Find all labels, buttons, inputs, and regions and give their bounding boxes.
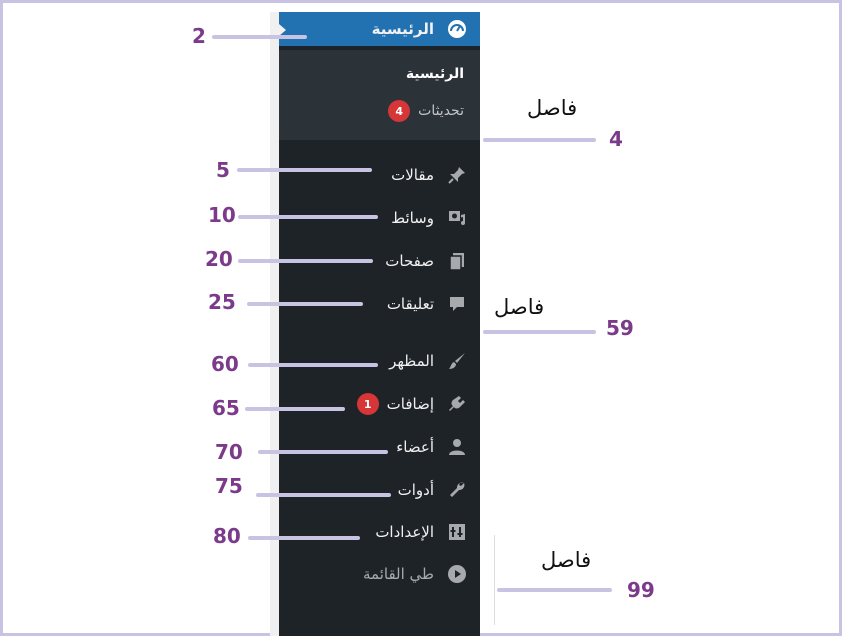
position-label-75: 75	[215, 474, 243, 498]
menu-label-appearance: المظهر	[389, 352, 434, 370]
menu-item-settings[interactable]: الإعدادات	[279, 515, 480, 549]
pointer-line	[483, 138, 596, 142]
pointer-line	[497, 588, 612, 592]
menu-label-pages: صفحات	[385, 252, 434, 270]
pointer-line	[248, 536, 360, 540]
position-label-80: 80	[213, 524, 241, 548]
pointer-line	[258, 450, 388, 454]
menu-item-tools[interactable]: أدوات	[279, 473, 480, 507]
pointer-line	[238, 259, 373, 263]
pointer-line	[238, 215, 378, 219]
menu-label-media: وسائط	[391, 209, 434, 227]
position-label-25: 25	[208, 290, 236, 314]
position-label-60: 60	[211, 352, 239, 376]
submenu-home-label: الرئيسية	[405, 66, 464, 82]
menu-label-comments: تعليقات	[386, 295, 434, 313]
menu-label-tools: أدوات	[397, 481, 434, 499]
pointer-line	[237, 168, 372, 172]
menu-label-plugins: إضافات	[386, 395, 434, 413]
position-label-59: 59	[606, 316, 634, 340]
comment-icon	[444, 291, 470, 317]
position-label-4: 4	[609, 127, 623, 151]
pointer-line	[483, 330, 596, 334]
pointer-line	[245, 407, 345, 411]
position-label-70: 70	[215, 440, 243, 464]
position-label-10: 10	[208, 203, 236, 227]
menu-label-users: أعضاء	[396, 438, 434, 456]
position-label-99: 99	[627, 578, 655, 602]
dashboard-gauge-icon	[444, 16, 470, 42]
position-label-5: 5	[216, 158, 230, 182]
position-label-2: 2	[192, 24, 206, 48]
admin-sidebar: الرئيسية الرئيسية تحديثات 4 مقالات وسائط…	[279, 12, 480, 636]
pushpin-icon	[444, 162, 470, 188]
menu-item-users[interactable]: أعضاء	[279, 430, 480, 464]
sidebar-edge	[270, 12, 279, 636]
divider-line	[494, 535, 495, 625]
separator-label: فاصل	[494, 295, 545, 319]
settings-sliders-icon	[444, 519, 470, 545]
menu-item-dashboard[interactable]: الرئيسية	[279, 12, 480, 46]
separator-label: فاصل	[527, 96, 578, 120]
position-label-20: 20	[205, 247, 233, 271]
dashboard-submenu: الرئيسية تحديثات 4	[279, 50, 480, 140]
pointer-line	[248, 363, 378, 367]
submenu-updates[interactable]: تحديثات 4	[388, 100, 464, 122]
pages-icon	[444, 248, 470, 274]
wrench-icon	[444, 477, 470, 503]
collapse-play-icon	[444, 561, 470, 587]
updates-count-badge: 4	[388, 100, 411, 122]
plugin-icon	[444, 391, 470, 417]
menu-label-settings: الإعدادات	[375, 523, 434, 541]
pointer-line	[247, 302, 363, 306]
pointer-line	[256, 493, 391, 497]
submenu-home[interactable]: الرئيسية	[406, 66, 464, 82]
menu-item-posts[interactable]: مقالات	[279, 158, 480, 192]
position-label-65: 65	[212, 396, 240, 420]
menu-label-posts: مقالات	[391, 166, 434, 184]
separator-label: فاصل	[541, 548, 592, 572]
menu-top-label: الرئيسية	[371, 20, 434, 38]
media-icon	[444, 205, 470, 231]
paintbrush-icon	[444, 348, 470, 374]
pointer-line	[212, 35, 307, 39]
submenu-updates-label: تحديثات	[418, 103, 464, 119]
menu-item-plugins[interactable]: إضافات 1	[279, 387, 480, 421]
menu-item-collapse[interactable]: طي القائمة	[279, 557, 480, 591]
menu-label-collapse: طي القائمة	[363, 565, 434, 583]
plugins-count-badge: 1	[356, 393, 379, 415]
menu-item-appearance[interactable]: المظهر	[279, 344, 480, 378]
user-icon	[444, 434, 470, 460]
